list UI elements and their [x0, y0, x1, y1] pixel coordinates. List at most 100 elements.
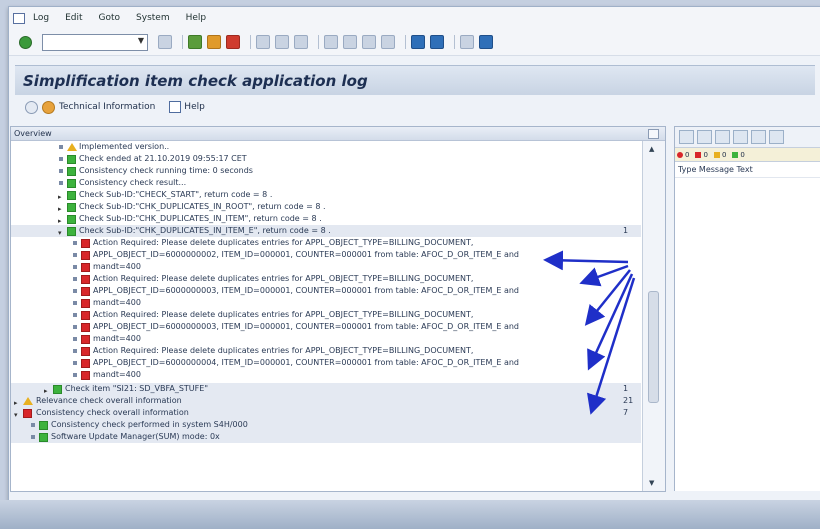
tree-row[interactable]: mandt=400 — [11, 333, 641, 345]
filter-abort[interactable]: 0 — [677, 151, 689, 159]
row-label: Consistency check result... — [79, 178, 187, 187]
detail-icon[interactable] — [42, 100, 55, 114]
tree-node-icon — [73, 253, 77, 257]
log-tree: Implemented version.. Check ended at 21.… — [11, 141, 641, 491]
panel-control-icon[interactable] — [648, 129, 659, 139]
row-label: Action Required: Please delete duplicate… — [93, 346, 474, 355]
row-label: mandt=400 — [93, 262, 141, 271]
row-label: Check ended at 21.10.2019 09:55:17 CET — [79, 154, 247, 163]
tree-row[interactable]: ▸ Check item "SI21: SD_VBFA_STUFE" 1 — [11, 383, 641, 395]
print-icon[interactable] — [256, 35, 270, 49]
menu-bar: Log Edit Goto System Help — [9, 7, 820, 29]
next-page-icon[interactable] — [362, 35, 376, 49]
command-field[interactable]: ▼ — [42, 33, 148, 51]
tree-row[interactable]: ▾ Consistency check overall information … — [11, 407, 641, 419]
tree-row[interactable]: Check ended at 21.10.2019 09:55:17 CET — [11, 153, 641, 165]
window-menu-icon[interactable] — [13, 12, 25, 24]
menu-edit[interactable]: Edit — [65, 13, 82, 23]
message-panel: 0 0 0 0 Type Message Text — [674, 126, 820, 491]
row-label: Relevance check overall information — [36, 396, 182, 405]
row-label: APPL_OBJECT_ID=6000000003, ITEM_ID=00000… — [93, 286, 519, 295]
tree-row[interactable]: mandt=400 — [11, 297, 641, 309]
find-next-icon[interactable] — [294, 35, 308, 49]
filter-warning[interactable]: 0 — [713, 151, 726, 159]
row-label: Action Required: Please delete duplicate… — [93, 238, 474, 247]
tree-row[interactable]: Action Required: Please delete duplicate… — [11, 273, 641, 285]
error-icon — [81, 311, 90, 320]
tree-row[interactable]: ▸ Check Sub-ID:"CHECK_START", return cod… — [11, 189, 641, 201]
tree-row[interactable]: Consistency check running time: 0 second… — [11, 165, 641, 177]
tree-row[interactable]: APPL_OBJECT_ID=6000000003, ITEM_ID=00000… — [11, 321, 641, 333]
last-page-icon[interactable] — [381, 35, 395, 49]
help-button[interactable]: Help — [184, 102, 205, 112]
tree-row[interactable]: Action Required: Please delete duplicate… — [11, 237, 641, 249]
scroll-up-icon[interactable]: ▲ — [649, 145, 657, 153]
new-session-icon[interactable] — [411, 35, 425, 49]
tree-row[interactable]: Consistency check performed in system S4… — [11, 419, 641, 431]
dropdown-arrow-icon[interactable]: ▼ — [138, 36, 144, 45]
error-icon — [23, 409, 32, 418]
back-icon[interactable] — [188, 35, 202, 49]
warning-icon — [67, 143, 77, 151]
success-icon — [67, 167, 76, 176]
row-label: mandt=400 — [93, 298, 141, 307]
overview-title: Overview — [14, 129, 52, 138]
layout-icon[interactable] — [479, 35, 493, 49]
row-label: Consistency check performed in system S4… — [51, 420, 248, 429]
layout-icon[interactable] — [733, 130, 748, 144]
filter-icon[interactable] — [751, 130, 766, 144]
row-label: APPL_OBJECT_ID=6000000003, ITEM_ID=00000… — [93, 322, 519, 331]
tree-row[interactable]: ▸ Check Sub-ID:"CHK_DUPLICATES_IN_ROOT",… — [11, 201, 641, 213]
tree-row[interactable]: mandt=400 — [11, 261, 641, 273]
row-label: mandt=400 — [93, 370, 141, 379]
menu-log[interactable]: Log — [33, 13, 49, 23]
details-icon[interactable] — [679, 130, 694, 144]
sort-descending-icon[interactable] — [715, 130, 730, 144]
shortcut-icon[interactable] — [430, 35, 444, 49]
scroll-thumb[interactable] — [648, 291, 659, 403]
tree-row[interactable]: ▸ Relevance check overall information 21 — [11, 395, 641, 407]
tree-row[interactable]: ▸ Check Sub-ID:"CHK_DUPLICATES_IN_ITEM",… — [11, 213, 641, 225]
tree-node-icon — [59, 145, 63, 149]
menu-system[interactable]: System — [136, 13, 170, 23]
tree-row[interactable]: Action Required: Please delete duplicate… — [11, 309, 641, 321]
first-page-icon[interactable] — [324, 35, 338, 49]
enter-icon[interactable] — [19, 35, 32, 49]
tree-node-icon — [59, 157, 63, 161]
menu-goto[interactable]: Goto — [99, 13, 121, 23]
more-icon[interactable] — [769, 130, 784, 144]
row-label: Check Sub-ID:"CHK_DUPLICATES_IN_ROOT", r… — [79, 202, 326, 211]
row-count: 7 — [623, 408, 629, 417]
exit-icon[interactable] — [207, 35, 221, 49]
error-icon — [81, 287, 90, 296]
success-icon — [67, 215, 76, 224]
vertical-scrollbar[interactable]: ▲ ▼ — [642, 141, 665, 491]
refresh-icon[interactable] — [25, 100, 38, 114]
tree-row-selected[interactable]: ▾ Check Sub-ID:"CHK_DUPLICATES_IN_ITEM_E… — [11, 225, 641, 237]
message-toolbar — [675, 127, 820, 148]
tree-row[interactable]: APPL_OBJECT_ID=6000000004, ITEM_ID=00000… — [11, 357, 641, 369]
error-icon — [81, 359, 90, 368]
tree-node-icon — [73, 265, 77, 269]
row-label: Software Update Manager(SUM) mode: 0x — [51, 432, 220, 441]
previous-page-icon[interactable] — [343, 35, 357, 49]
sort-ascending-icon[interactable] — [697, 130, 712, 144]
save-icon[interactable] — [158, 35, 172, 49]
tree-row[interactable]: Implemented version.. — [11, 141, 641, 153]
tree-row[interactable]: APPL_OBJECT_ID=6000000003, ITEM_ID=00000… — [11, 285, 641, 297]
help-icon[interactable] — [460, 35, 474, 49]
tree-row[interactable]: Consistency check result... — [11, 177, 641, 189]
menu-help[interactable]: Help — [186, 13, 207, 23]
find-icon[interactable] — [275, 35, 289, 49]
tree-row[interactable]: mandt=400 — [11, 369, 641, 381]
filter-error[interactable]: 0 — [695, 151, 708, 159]
tree-row[interactable]: Action Required: Please delete duplicate… — [11, 345, 641, 357]
technical-info-button[interactable]: Technical Information — [59, 102, 155, 112]
message-type-filter: 0 0 0 0 — [675, 148, 820, 162]
scroll-down-icon[interactable]: ▼ — [649, 479, 657, 487]
tree-row[interactable]: APPL_OBJECT_ID=6000000002, ITEM_ID=00000… — [11, 249, 641, 261]
filter-info[interactable]: 0 — [732, 151, 745, 159]
tree-row[interactable]: Software Update Manager(SUM) mode: 0x — [11, 431, 641, 443]
tree-node-icon — [59, 169, 63, 173]
cancel-icon[interactable] — [226, 35, 240, 49]
